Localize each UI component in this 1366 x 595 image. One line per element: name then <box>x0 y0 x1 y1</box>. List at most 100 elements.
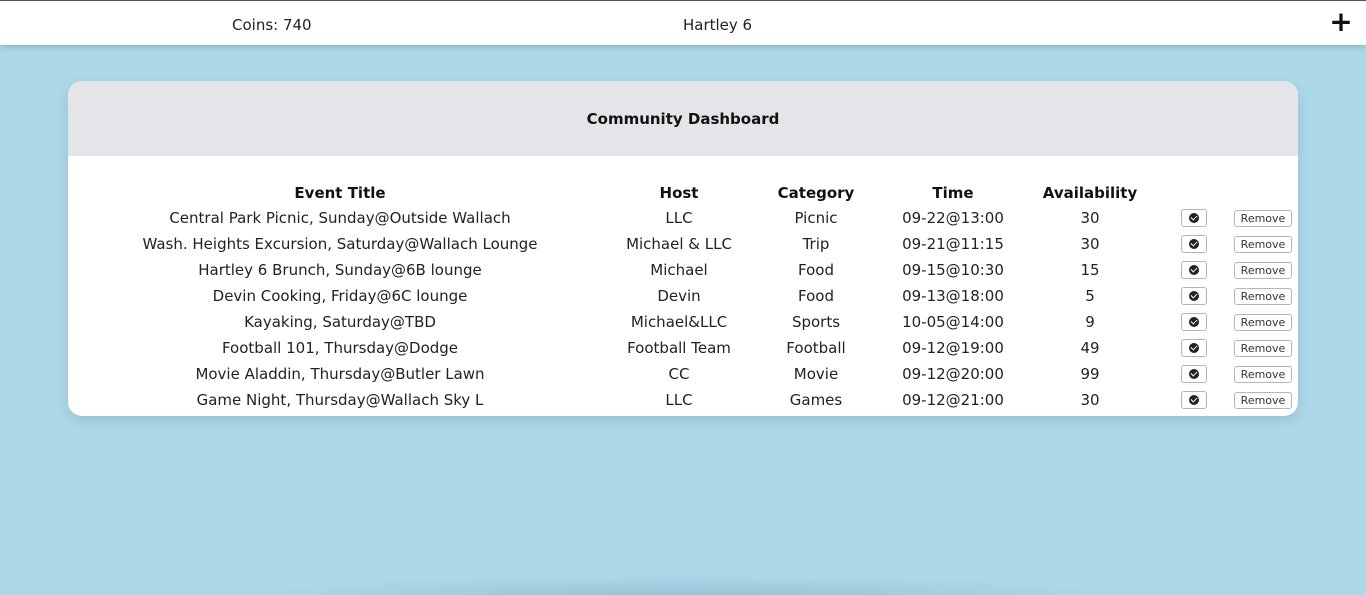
dashboard-title: Community Dashboard <box>68 81 1298 156</box>
remove-cell: Remove <box>1228 231 1298 257</box>
table-row: Game Night, Thursday@Wallach Sky L LLC Gam… <box>68 387 1298 413</box>
category-cell: Football <box>786 339 846 357</box>
host-cell: Michael <box>650 261 708 279</box>
check-circle-icon <box>1189 239 1199 250</box>
remove-cell: Remove <box>1228 205 1298 231</box>
availability-cell: 30 <box>1080 209 1100 227</box>
remove-cell: Remove <box>1228 257 1298 283</box>
table-row: Central Park Picnic, Sunday@Outside Wall… <box>68 205 1298 231</box>
confirm-button[interactable] <box>1181 209 1207 228</box>
check-circle-icon <box>1189 395 1199 406</box>
confirm-cell <box>1160 361 1228 387</box>
remove-button[interactable]: Remove <box>1234 392 1292 409</box>
confirm-cell <box>1160 283 1228 309</box>
table-row: Movie Aladdin, Thursday@Butler Lawn CC Mov… <box>68 361 1298 387</box>
remove-cell: Remove <box>1228 283 1298 309</box>
bottom-shadow <box>240 575 1130 595</box>
column-header-host: Host <box>659 184 699 202</box>
host-cell: Michael&LLC <box>630 313 728 331</box>
availability-cell: 5 <box>1085 287 1095 305</box>
event-title-cell: Game Night, Thursday@Wallach Sky L <box>196 391 484 409</box>
host-cell: CC <box>668 365 690 383</box>
time-cell: 09-15@10:30 <box>902 261 1004 279</box>
time-cell: 09-13@18:00 <box>902 287 1004 305</box>
category-cell: Food <box>798 261 834 279</box>
table-row: Kayaking, Saturday@TBD Michael&LLC Sports 1… <box>68 309 1298 335</box>
table-row: Football 101, Thursday@Dodge Football Tea… <box>68 335 1298 361</box>
event-title-cell: Movie Aladdin, Thursday@Butler Lawn <box>195 365 485 383</box>
host-cell: LLC <box>665 209 693 227</box>
category-cell: Sports <box>791 313 841 331</box>
availability-cell: 99 <box>1080 365 1100 383</box>
add-event-button[interactable]: + <box>1328 7 1354 37</box>
event-title-cell: Devin Cooking, Friday@6C lounge <box>212 287 468 305</box>
community-dashboard-card: Community Dashboard Event Title Host Cat… <box>68 81 1298 416</box>
table-row: Hartley 6 Brunch, Sunday@6B lounge Michae… <box>68 257 1298 283</box>
availability-cell: 15 <box>1080 261 1100 279</box>
confirm-cell <box>1160 309 1228 335</box>
remove-button[interactable]: Remove <box>1234 314 1292 331</box>
event-title-cell: Hartley 6 Brunch, Sunday@6B lounge <box>198 261 482 279</box>
time-cell: 09-12@20:00 <box>902 365 1004 383</box>
category-cell: Movie <box>793 365 839 383</box>
host-cell: Michael & LLC <box>626 235 732 253</box>
column-header-event-title: Event Title <box>294 184 386 202</box>
time-cell: 10-05@14:00 <box>902 313 1004 331</box>
building-name: Hartley 6 <box>683 16 753 34</box>
time-cell: 09-12@21:00 <box>902 391 1004 409</box>
confirm-button[interactable] <box>1181 261 1207 280</box>
top-bar: Coins: 740 Hartley 6 + <box>0 0 1366 45</box>
event-title-cell: Football 101, Thursday@Dodge <box>221 339 459 357</box>
column-header-time: Time <box>932 184 974 202</box>
confirm-cell <box>1160 387 1228 413</box>
confirm-button[interactable] <box>1181 287 1207 306</box>
time-cell: 09-12@19:00 <box>902 339 1004 357</box>
table-row: Devin Cooking, Friday@6C lounge Devin Food… <box>68 283 1298 309</box>
availability-cell: 49 <box>1080 339 1100 357</box>
category-cell: Food <box>798 287 834 305</box>
event-title-cell: Central Park Picnic, Sunday@Outside Wall… <box>169 209 511 227</box>
confirm-button[interactable] <box>1181 391 1207 410</box>
events-table: Event Title Host Category Time Availabil… <box>68 181 1298 413</box>
confirm-cell <box>1160 231 1228 257</box>
remove-button[interactable]: Remove <box>1234 236 1292 253</box>
column-header-confirm <box>1160 181 1228 205</box>
remove-button[interactable]: Remove <box>1234 288 1292 305</box>
event-title-cell: Kayaking, Saturday@TBD <box>244 313 436 331</box>
confirm-cell <box>1160 335 1228 361</box>
confirm-button[interactable] <box>1181 313 1207 332</box>
check-circle-icon <box>1189 343 1199 354</box>
remove-cell: Remove <box>1228 309 1298 335</box>
column-header-availability: Availability <box>1042 184 1138 202</box>
time-cell: 09-22@13:00 <box>902 209 1004 227</box>
coins-counter: Coins: 740 <box>232 16 312 34</box>
confirm-cell <box>1160 257 1228 283</box>
availability-cell: 30 <box>1080 391 1100 409</box>
check-circle-icon <box>1189 291 1199 302</box>
event-title-cell: Wash. Heights Excursion, Saturday@Wallac… <box>142 235 538 253</box>
remove-button[interactable]: Remove <box>1234 340 1292 357</box>
table-row: Wash. Heights Excursion, Saturday@Wallac… <box>68 231 1298 257</box>
category-cell: Picnic <box>794 209 838 227</box>
time-cell: 09-21@11:15 <box>902 235 1004 253</box>
availability-cell: 9 <box>1085 313 1095 331</box>
remove-cell: Remove <box>1228 361 1298 387</box>
confirm-cell <box>1160 205 1228 231</box>
host-cell: Football Team <box>627 339 731 357</box>
category-cell: Games <box>789 391 843 409</box>
availability-cell: 30 <box>1080 235 1100 253</box>
remove-cell: Remove <box>1228 387 1298 413</box>
column-header-remove <box>1228 181 1298 205</box>
confirm-button[interactable] <box>1181 339 1207 358</box>
remove-cell: Remove <box>1228 335 1298 361</box>
remove-button[interactable]: Remove <box>1234 210 1292 227</box>
host-cell: LLC <box>665 391 693 409</box>
confirm-button[interactable] <box>1181 365 1207 384</box>
check-circle-icon <box>1189 317 1199 328</box>
category-cell: Trip <box>802 235 830 253</box>
remove-button[interactable]: Remove <box>1234 262 1292 279</box>
table-header-row: Event Title Host Category Time Availabil… <box>68 181 1298 205</box>
confirm-button[interactable] <box>1181 235 1207 254</box>
remove-button[interactable]: Remove <box>1234 366 1292 383</box>
column-header-category: Category <box>777 184 855 202</box>
